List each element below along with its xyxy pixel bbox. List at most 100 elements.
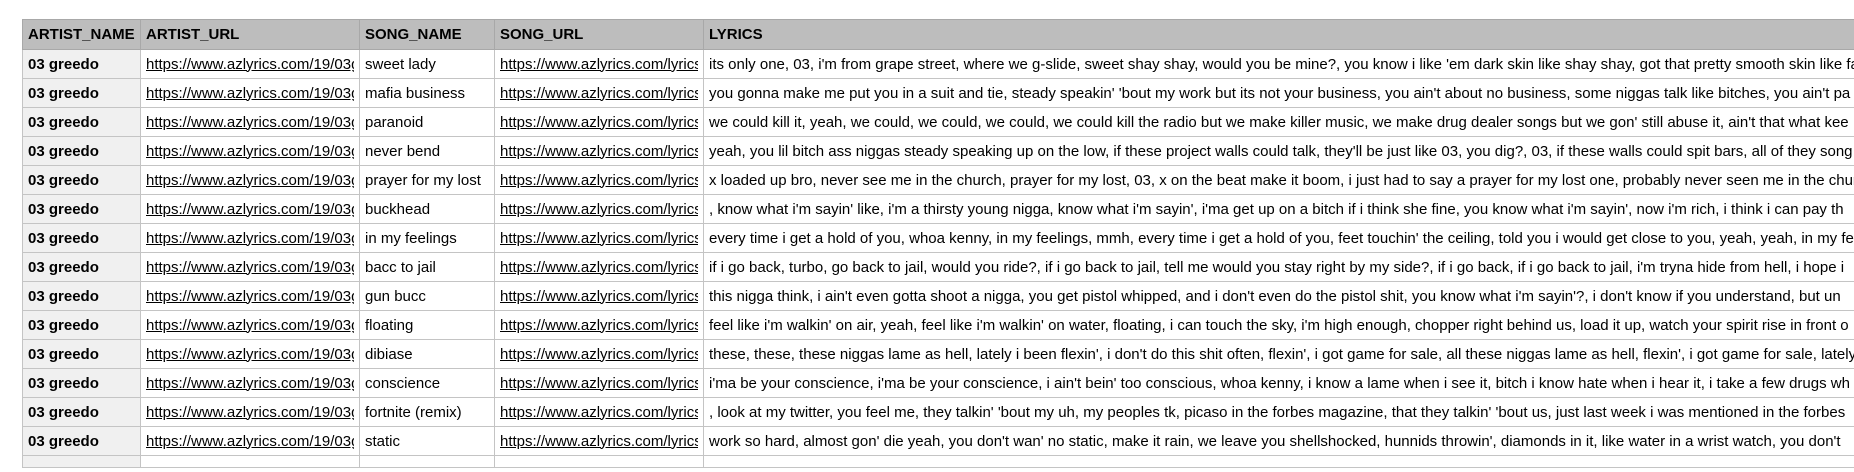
empty-cell[interactable] bbox=[22, 455, 141, 468]
song-url-link[interactable]: https://www.azlyrics.com/lyrics/03greedo… bbox=[500, 288, 698, 305]
artist-url-cell[interactable]: https://www.azlyrics.com/19/03greedo.htm… bbox=[140, 426, 360, 456]
artist-url-link[interactable]: https://www.azlyrics.com/19/03greedo.htm… bbox=[146, 230, 354, 247]
lyrics-cell[interactable]: i'ma be your conscience, i'ma be your co… bbox=[703, 368, 1854, 398]
artist-url-link[interactable]: https://www.azlyrics.com/19/03greedo.htm… bbox=[146, 259, 354, 276]
empty-cell[interactable] bbox=[359, 455, 495, 468]
lyrics-cell[interactable]: yeah, you lil bitch ass niggas steady sp… bbox=[703, 136, 1854, 166]
song-url-cell[interactable]: https://www.azlyrics.com/lyrics/03greedo… bbox=[494, 165, 704, 195]
artist-name-cell[interactable]: 03 greedo bbox=[22, 310, 141, 340]
song-url-link[interactable]: https://www.azlyrics.com/lyrics/03greedo… bbox=[500, 56, 698, 73]
song-url-cell[interactable]: https://www.azlyrics.com/lyrics/03greedo… bbox=[494, 339, 704, 369]
song-url-cell[interactable]: https://www.azlyrics.com/lyrics/03greedo… bbox=[494, 252, 704, 282]
artist-name-cell[interactable]: 03 greedo bbox=[22, 165, 141, 195]
artist-name-cell[interactable]: 03 greedo bbox=[22, 136, 141, 166]
artist-name-cell[interactable]: 03 greedo bbox=[22, 49, 141, 79]
artist-url-cell[interactable]: https://www.azlyrics.com/19/03greedo.htm… bbox=[140, 78, 360, 108]
song-name-cell[interactable]: paranoid bbox=[359, 107, 495, 137]
song-url-link[interactable]: https://www.azlyrics.com/lyrics/03greedo… bbox=[500, 172, 698, 189]
artist-url-link[interactable]: https://www.azlyrics.com/19/03greedo.htm… bbox=[146, 433, 354, 450]
song-url-link[interactable]: https://www.azlyrics.com/lyrics/03greedo… bbox=[500, 114, 698, 131]
artist-url-link[interactable]: https://www.azlyrics.com/19/03greedo.htm… bbox=[146, 404, 354, 421]
artist-url-link[interactable]: https://www.azlyrics.com/19/03greedo.htm… bbox=[146, 85, 354, 102]
song-url-cell[interactable]: https://www.azlyrics.com/lyrics/03greedo… bbox=[494, 136, 704, 166]
song-url-cell[interactable]: https://www.azlyrics.com/lyrics/03greedo… bbox=[494, 397, 704, 427]
empty-cell[interactable] bbox=[494, 455, 704, 468]
song-url-link[interactable]: https://www.azlyrics.com/lyrics/03greedo… bbox=[500, 143, 698, 160]
song-name-cell[interactable]: buckhead bbox=[359, 194, 495, 224]
artist-url-link[interactable]: https://www.azlyrics.com/19/03greedo.htm… bbox=[146, 346, 354, 363]
song-url-cell[interactable]: https://www.azlyrics.com/lyrics/03greedo… bbox=[494, 78, 704, 108]
artist-url-cell[interactable]: https://www.azlyrics.com/19/03greedo.htm… bbox=[140, 223, 360, 253]
song-url-cell[interactable]: https://www.azlyrics.com/lyrics/03greedo… bbox=[494, 194, 704, 224]
lyrics-cell[interactable]: if i go back, turbo, go back to jail, wo… bbox=[703, 252, 1854, 282]
artist-url-cell[interactable]: https://www.azlyrics.com/19/03greedo.htm… bbox=[140, 281, 360, 311]
song-url-cell[interactable]: https://www.azlyrics.com/lyrics/03greedo… bbox=[494, 310, 704, 340]
song-url-link[interactable]: https://www.azlyrics.com/lyrics/03greedo… bbox=[500, 346, 698, 363]
artist-name-cell[interactable]: 03 greedo bbox=[22, 426, 141, 456]
artist-url-link[interactable]: https://www.azlyrics.com/19/03greedo.htm… bbox=[146, 172, 354, 189]
artist-url-link[interactable]: https://www.azlyrics.com/19/03greedo.htm… bbox=[146, 288, 354, 305]
song-url-link[interactable]: https://www.azlyrics.com/lyrics/03greedo… bbox=[500, 230, 698, 247]
lyrics-cell[interactable]: , know what i'm sayin' like, i'm a thirs… bbox=[703, 194, 1854, 224]
song-url-cell[interactable]: https://www.azlyrics.com/lyrics/03greedo… bbox=[494, 49, 704, 79]
song-url-link[interactable]: https://www.azlyrics.com/lyrics/03greedo… bbox=[500, 85, 698, 102]
artist-url-cell[interactable]: https://www.azlyrics.com/19/03greedo.htm… bbox=[140, 107, 360, 137]
artist-url-cell[interactable]: https://www.azlyrics.com/19/03greedo.htm… bbox=[140, 397, 360, 427]
song-url-link[interactable]: https://www.azlyrics.com/lyrics/03greedo… bbox=[500, 433, 698, 450]
artist-url-cell[interactable]: https://www.azlyrics.com/19/03greedo.htm… bbox=[140, 368, 360, 398]
song-name-cell[interactable]: fortnite (remix) bbox=[359, 397, 495, 427]
empty-cell[interactable] bbox=[703, 455, 1854, 468]
column-header-song-url[interactable]: SONG_URL bbox=[494, 19, 704, 50]
artist-url-link[interactable]: https://www.azlyrics.com/19/03greedo.htm… bbox=[146, 114, 354, 131]
artist-name-cell[interactable]: 03 greedo bbox=[22, 194, 141, 224]
artist-name-cell[interactable]: 03 greedo bbox=[22, 223, 141, 253]
song-url-cell[interactable]: https://www.azlyrics.com/lyrics/03greedo… bbox=[494, 368, 704, 398]
artist-url-cell[interactable]: https://www.azlyrics.com/19/03greedo.htm… bbox=[140, 165, 360, 195]
artist-name-cell[interactable]: 03 greedo bbox=[22, 78, 141, 108]
artist-url-link[interactable]: https://www.azlyrics.com/19/03greedo.htm… bbox=[146, 375, 354, 392]
artist-url-cell[interactable]: https://www.azlyrics.com/19/03greedo.htm… bbox=[140, 310, 360, 340]
song-url-link[interactable]: https://www.azlyrics.com/lyrics/03greedo… bbox=[500, 317, 698, 334]
song-name-cell[interactable]: gun bucc bbox=[359, 281, 495, 311]
lyrics-cell[interactable]: x loaded up bro, never see me in the chu… bbox=[703, 165, 1854, 195]
artist-url-link[interactable]: https://www.azlyrics.com/19/03greedo.htm… bbox=[146, 201, 354, 218]
artist-url-cell[interactable]: https://www.azlyrics.com/19/03greedo.htm… bbox=[140, 49, 360, 79]
lyrics-cell[interactable]: you gonna make me put you in a suit and … bbox=[703, 78, 1854, 108]
column-header-lyrics[interactable]: LYRICS bbox=[703, 19, 1854, 50]
artist-url-link[interactable]: https://www.azlyrics.com/19/03greedo.htm… bbox=[146, 143, 354, 160]
song-name-cell[interactable]: in my feelings bbox=[359, 223, 495, 253]
artist-url-cell[interactable]: https://www.azlyrics.com/19/03greedo.htm… bbox=[140, 252, 360, 282]
song-name-cell[interactable]: bacc to jail bbox=[359, 252, 495, 282]
lyrics-cell[interactable]: its only one, 03, i'm from grape street,… bbox=[703, 49, 1854, 79]
artist-url-cell[interactable]: https://www.azlyrics.com/19/03greedo.htm… bbox=[140, 136, 360, 166]
artist-name-cell[interactable]: 03 greedo bbox=[22, 252, 141, 282]
song-url-link[interactable]: https://www.azlyrics.com/lyrics/03greedo… bbox=[500, 259, 698, 276]
song-name-cell[interactable]: dibiase bbox=[359, 339, 495, 369]
artist-url-cell[interactable]: https://www.azlyrics.com/19/03greedo.htm… bbox=[140, 194, 360, 224]
artist-name-cell[interactable]: 03 greedo bbox=[22, 339, 141, 369]
song-name-cell[interactable]: never bend bbox=[359, 136, 495, 166]
song-url-link[interactable]: https://www.azlyrics.com/lyrics/03greedo… bbox=[500, 404, 698, 421]
song-url-cell[interactable]: https://www.azlyrics.com/lyrics/03greedo… bbox=[494, 107, 704, 137]
lyrics-cell[interactable]: we could kill it, yeah, we could, we cou… bbox=[703, 107, 1854, 137]
song-url-cell[interactable]: https://www.azlyrics.com/lyrics/03greedo… bbox=[494, 281, 704, 311]
artist-url-link[interactable]: https://www.azlyrics.com/19/03greedo.htm… bbox=[146, 317, 354, 334]
artist-url-cell[interactable]: https://www.azlyrics.com/19/03greedo.htm… bbox=[140, 339, 360, 369]
lyrics-cell[interactable]: feel like i'm walkin' on air, yeah, feel… bbox=[703, 310, 1854, 340]
song-url-link[interactable]: https://www.azlyrics.com/lyrics/03greedo… bbox=[500, 375, 698, 392]
artist-name-cell[interactable]: 03 greedo bbox=[22, 397, 141, 427]
empty-cell[interactable] bbox=[140, 455, 360, 468]
song-name-cell[interactable]: conscience bbox=[359, 368, 495, 398]
lyrics-cell[interactable]: these, these, these niggas lame as hell,… bbox=[703, 339, 1854, 369]
lyrics-cell[interactable]: , look at my twitter, you feel me, they … bbox=[703, 397, 1854, 427]
song-name-cell[interactable]: prayer for my lost bbox=[359, 165, 495, 195]
artist-name-cell[interactable]: 03 greedo bbox=[22, 368, 141, 398]
song-name-cell[interactable]: static bbox=[359, 426, 495, 456]
artist-url-link[interactable]: https://www.azlyrics.com/19/03greedo.htm… bbox=[146, 56, 354, 73]
column-header-artist-name[interactable]: ARTIST_NAME bbox=[22, 19, 141, 50]
song-url-link[interactable]: https://www.azlyrics.com/lyrics/03greedo… bbox=[500, 201, 698, 218]
column-header-song-name[interactable]: SONG_NAME bbox=[359, 19, 495, 50]
song-name-cell[interactable]: sweet lady bbox=[359, 49, 495, 79]
song-url-cell[interactable]: https://www.azlyrics.com/lyrics/03greedo… bbox=[494, 223, 704, 253]
artist-name-cell[interactable]: 03 greedo bbox=[22, 107, 141, 137]
